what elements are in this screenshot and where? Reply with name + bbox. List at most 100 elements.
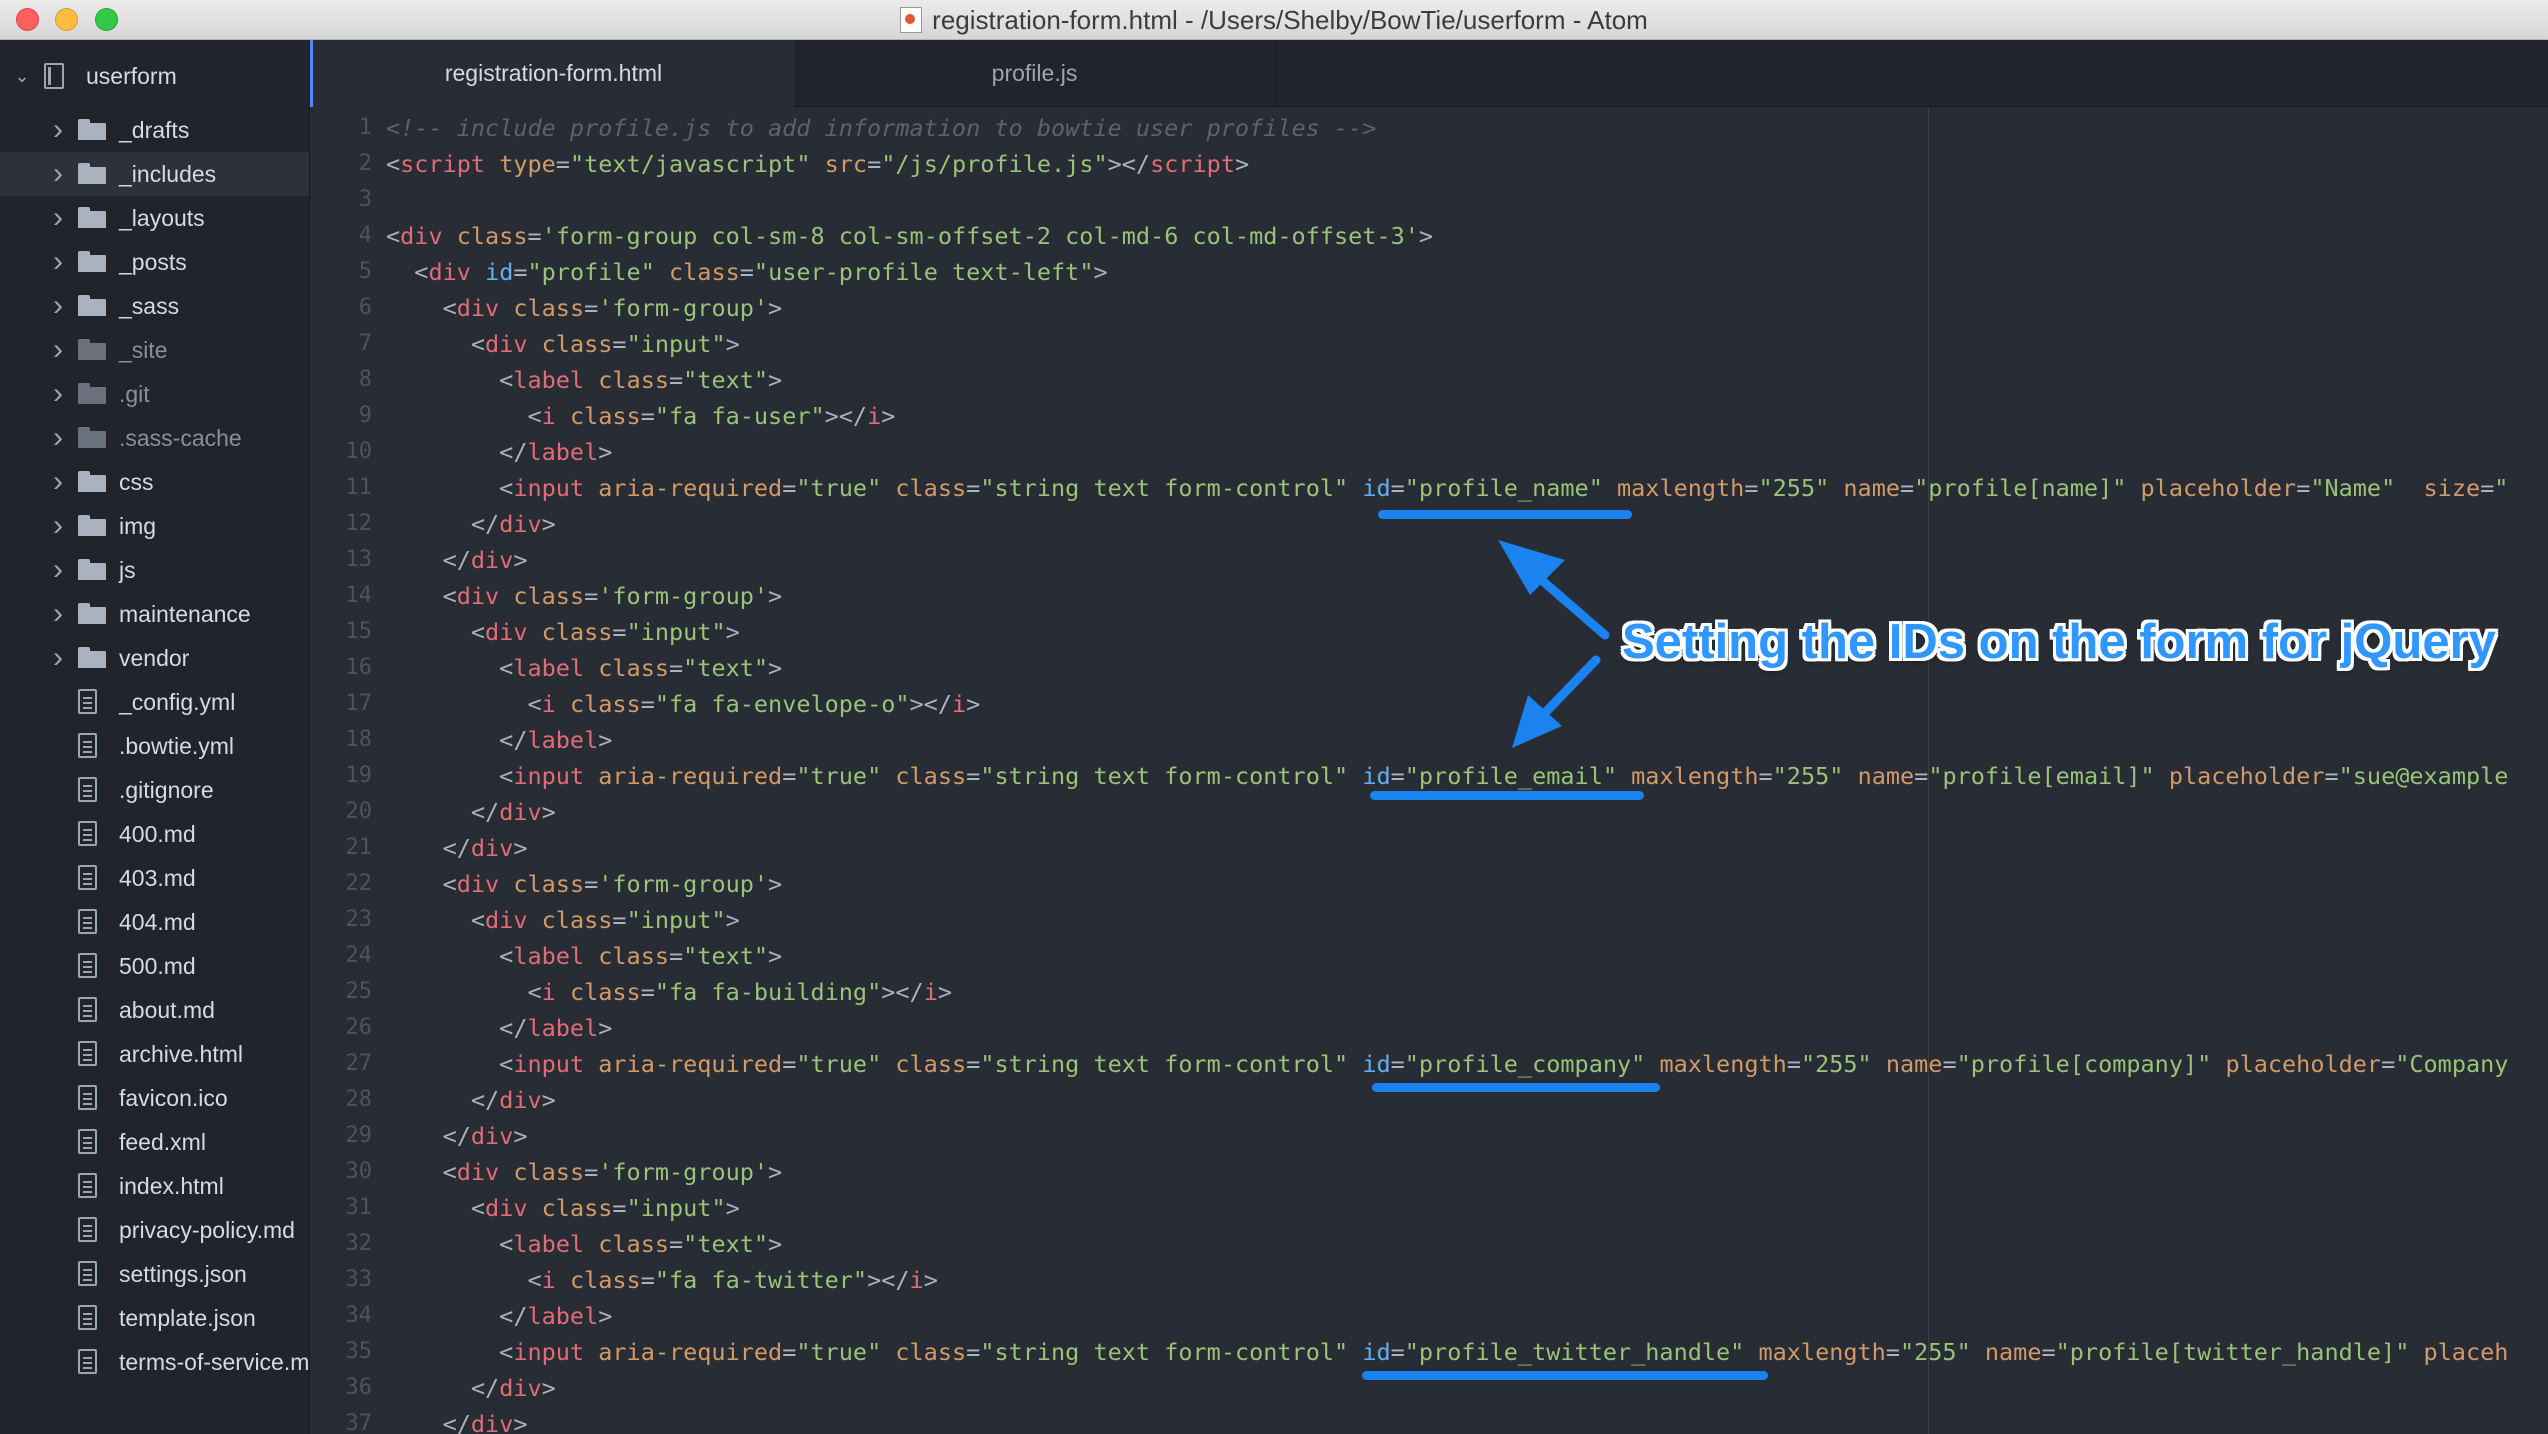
tree-folder-sass-cache[interactable]: › .sass-cache (0, 416, 309, 460)
code-token-pun: > (541, 1086, 556, 1114)
file-icon (78, 1041, 97, 1066)
code-token-str: "profile_company" (1404, 1050, 1646, 1078)
code-area[interactable]: <!-- include profile.js to add informati… (386, 107, 2548, 1434)
tree-folder-js[interactable]: › js (0, 548, 309, 592)
tree-item-label: feed.xml (119, 1128, 206, 1155)
code-token-pun (810, 150, 824, 178)
code-token-pun: = (612, 618, 627, 646)
code-token-tag: div (456, 582, 500, 610)
code-token-pun (556, 1266, 570, 1294)
chevron-right-icon[interactable]: › (46, 201, 70, 234)
chevron-right-icon[interactable]: › (46, 465, 70, 498)
code-token-pun: = (584, 870, 599, 898)
code-token-pun: = (1390, 762, 1405, 790)
folder-icon (78, 559, 106, 580)
tree-folder-vendor[interactable]: › vendor (0, 636, 309, 680)
chevron-right-icon[interactable]: › (46, 333, 70, 366)
code-token-pun: = (640, 1266, 655, 1294)
tree-file-favicon-ico[interactable]: favicon.ico (0, 1076, 309, 1120)
code-token-id: id (1362, 1338, 1391, 1366)
tree-folder-img[interactable]: › img (0, 504, 309, 548)
line-number-gutter: 1 2 3 4 5 6 7 8 9 10 11 12 13 14 15 16 17 18 19 20 21 22 23 24 2… (310, 107, 373, 1434)
tree-file-gitignore[interactable]: .gitignore (0, 768, 309, 812)
chevron-right-icon[interactable]: › (46, 421, 70, 454)
code-token-pun: < (386, 582, 457, 610)
tree-file-400-md[interactable]: 400.md (0, 812, 309, 856)
code-token-pun: </ (386, 510, 500, 538)
highlight-underline-profile-company (1372, 1083, 1660, 1092)
tree-file-settings-json[interactable]: settings.json (0, 1252, 309, 1296)
highlight-underline-profile-name (1378, 510, 1632, 519)
tree-file-config-yml[interactable]: _config.yml (0, 680, 309, 724)
code-token-pun: > (923, 1266, 938, 1294)
code-token-attr: class (569, 978, 641, 1006)
file-icon (78, 821, 97, 846)
code-token-attr: aria-required (598, 762, 783, 790)
tree-folder-maintenance[interactable]: › maintenance (0, 592, 309, 636)
tree-file-404-md[interactable]: 404.md (0, 900, 309, 944)
project-root[interactable]: ⌄ userform (0, 54, 309, 98)
chevron-right-icon[interactable]: › (46, 157, 70, 190)
code-token-pun (584, 366, 598, 394)
tree-file-bowtie-yml[interactable]: .bowtie.yml (0, 724, 309, 768)
chevron-right-icon[interactable]: › (46, 641, 70, 674)
chevron-right-icon[interactable]: › (46, 289, 70, 322)
tree-folder-sass[interactable]: › _sass (0, 284, 309, 328)
code-token-pun: < (386, 1338, 514, 1366)
line-number: 14 (345, 583, 373, 608)
code-token-attr: maxlength (1631, 762, 1759, 790)
code-token-pun (2409, 1338, 2423, 1366)
tree-folder-includes[interactable]: › _includes (0, 152, 309, 196)
code-token-str: "string text form-control" (980, 474, 1349, 502)
code-editor[interactable]: 1 2 3 4 5 6 7 8 9 10 11 12 13 14 15 16 17 18 19 20 21 22 23 24 2… (310, 107, 2548, 1434)
tree-file-500-md[interactable]: 500.md (0, 944, 309, 988)
code-token-attr: aria-required (598, 1050, 783, 1078)
tree-file-privacy-policy-md[interactable]: privacy-policy.md (0, 1208, 309, 1252)
chevron-down-icon[interactable]: ⌄ (10, 64, 34, 88)
tree-folder-git[interactable]: › .git (0, 372, 309, 416)
tree-file-index-html[interactable]: index.html (0, 1164, 309, 1208)
tree-folder-layouts[interactable]: › _layouts (0, 196, 309, 240)
line-number: 23 (345, 907, 373, 932)
chevron-right-icon[interactable]: › (46, 553, 70, 586)
line-number: 24 (345, 943, 373, 968)
chevron-right-icon[interactable]: › (46, 245, 70, 278)
tree-file-feed-xml[interactable]: feed.xml (0, 1120, 309, 1164)
code-token-attr: name (1857, 762, 1915, 790)
folder-icon (78, 251, 106, 272)
file-icon (78, 1305, 97, 1330)
chevron-right-icon[interactable]: › (46, 509, 70, 542)
file-icon (78, 997, 97, 1022)
code-token-tag: i (909, 1266, 924, 1294)
code-token-pun: = (513, 258, 528, 286)
tree-folder-site[interactable]: › _site (0, 328, 309, 372)
tab-profile-js[interactable]: profile.js (794, 40, 1276, 107)
tab-registration-form[interactable]: registration-form.html (310, 40, 794, 108)
tree-folder-drafts[interactable]: › _drafts (0, 108, 309, 152)
code-line: </div> (386, 794, 556, 830)
tree-file-about-md[interactable]: about.md (0, 988, 309, 1032)
code-token-str: "profile_email" (1404, 762, 1617, 790)
code-token-pun: > (768, 654, 783, 682)
code-token-pun (499, 582, 513, 610)
code-token-pun: = (867, 150, 882, 178)
tree-item-label: archive.html (119, 1040, 243, 1067)
code-token-pun: = (2324, 762, 2339, 790)
tree-folder-posts[interactable]: › _posts (0, 240, 309, 284)
tree-file-403-md[interactable]: 403.md (0, 856, 309, 900)
tree-file-terms-of-service-md[interactable]: terms-of-service.md (0, 1340, 309, 1384)
code-token-pun: = (1744, 474, 1759, 502)
code-token-pun: > (598, 1302, 613, 1330)
chevron-right-icon[interactable]: › (46, 597, 70, 630)
tree-file-template-json[interactable]: template.json (0, 1296, 309, 1340)
code-token-attr: class (598, 1230, 669, 1258)
chevron-right-icon[interactable]: › (46, 113, 70, 146)
code-token-str: "Company (2395, 1050, 2509, 1078)
tree-folder-css[interactable]: › css (0, 460, 309, 504)
code-line: <input aria-required="true" class="strin… (386, 1334, 2508, 1370)
line-number: 8 (358, 367, 372, 392)
code-token-str: "fa fa-user" (654, 402, 825, 430)
tree-file-archive-html[interactable]: archive.html (0, 1032, 309, 1076)
chevron-right-icon[interactable]: › (46, 377, 70, 410)
folder-icon (78, 471, 106, 492)
